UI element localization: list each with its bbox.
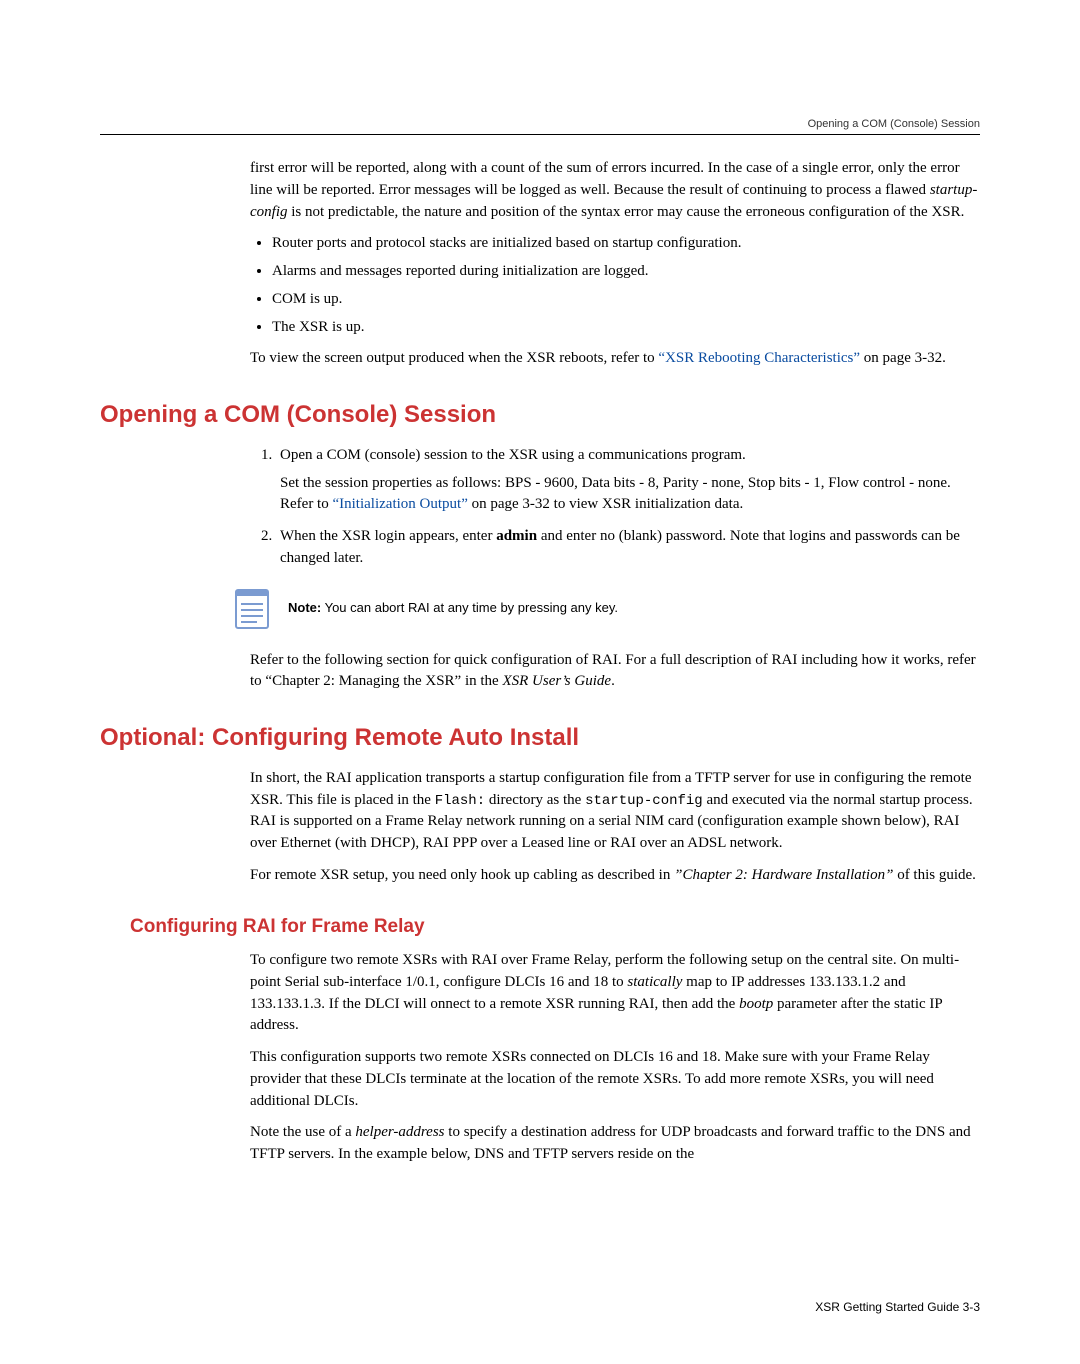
intro-bullets: Router ports and protocol stacks are ini…	[250, 233, 980, 338]
list-item: When the XSR login appears, enter admin …	[276, 526, 980, 570]
mono-startup-config: startup-config	[585, 793, 703, 809]
rai-p2a: For remote XSR setup, you need only hook…	[250, 867, 674, 883]
bullet-item: Alarms and messages reported during init…	[272, 261, 980, 283]
after-note: Refer to the following section for quick…	[250, 650, 980, 694]
init-output-link[interactable]: “Initialization Output”	[332, 496, 467, 512]
note-box: Note: You can abort RAI at any time by p…	[232, 586, 980, 632]
rai-p2b: of this guide.	[893, 867, 976, 883]
rai-p2-italic: ”Chapter 2: Hardware Installation”	[674, 867, 893, 883]
intro-closing: To view the screen output produced when …	[250, 348, 980, 370]
list-item: Open a COM (console) session to the XSR …	[276, 445, 980, 516]
bullet-item: The XSR is up.	[272, 317, 980, 339]
intro-paragraph: first error will be reported, along with…	[250, 158, 980, 223]
fr-p3-italic: helper-address	[355, 1124, 444, 1140]
fr-p3: Note the use of a helper-address to spec…	[250, 1122, 980, 1166]
page-footer: XSR Getting Started Guide 3-3	[815, 1300, 980, 1314]
bullet-item: Router ports and protocol stacks are ini…	[272, 233, 980, 255]
fr-p1: To configure two remote XSRs with RAI ov…	[250, 950, 980, 1037]
header-rule	[100, 134, 980, 135]
note-body: You can abort RAI at any time by pressin…	[321, 600, 618, 615]
closing-b: on page 3-32.	[860, 350, 946, 366]
xsr-reboot-link[interactable]: “XSR Rebooting Characteristics”	[658, 350, 860, 366]
com-steps: Open a COM (console) session to the XSR …	[250, 445, 980, 570]
running-header: Opening a COM (Console) Session	[808, 118, 980, 130]
rai-p1: In short, the RAI application transports…	[250, 768, 980, 855]
rai-p1b: directory as the	[485, 792, 585, 808]
intro-text-a: first error will be reported, along with…	[250, 160, 960, 198]
rai-p2: For remote XSR setup, you need only hook…	[250, 865, 980, 887]
step2-bold: admin	[496, 528, 537, 544]
step2-pre: When the XSR login appears, enter	[280, 528, 496, 544]
step1-sub-b: on page 3-32 to view XSR initialization …	[468, 496, 743, 512]
bullet-item: COM is up.	[272, 289, 980, 311]
fr-p2: This configuration supports two remote X…	[250, 1047, 980, 1112]
after-note-italic: XSR User’s Guide	[502, 673, 611, 689]
after-note-b: .	[611, 673, 615, 689]
note-text: Note: You can abort RAI at any time by p…	[288, 599, 618, 617]
fr-p3a: Note the use of a	[250, 1124, 355, 1140]
section-optional-rai: Optional: Configuring Remote Auto Instal…	[100, 721, 980, 756]
section-config-frame-relay: Configuring RAI for Frame Relay	[130, 913, 980, 941]
fr-p1-italic2: bootp	[739, 996, 773, 1012]
note-label: Note:	[288, 600, 321, 615]
mono-flash: Flash:	[435, 793, 485, 809]
fr-p1-italic1: statically	[627, 974, 682, 990]
closing-a: To view the screen output produced when …	[250, 350, 658, 366]
step1-text: Open a COM (console) session to the XSR …	[280, 447, 746, 463]
intro-text-b: is not predictable, the nature and posit…	[288, 204, 965, 220]
body-content: first error will be reported, along with…	[250, 158, 980, 1166]
step1-sub: Set the session properties as follows: B…	[280, 473, 980, 517]
section-opening-com: Opening a COM (Console) Session	[100, 398, 980, 433]
note-icon	[232, 586, 272, 632]
